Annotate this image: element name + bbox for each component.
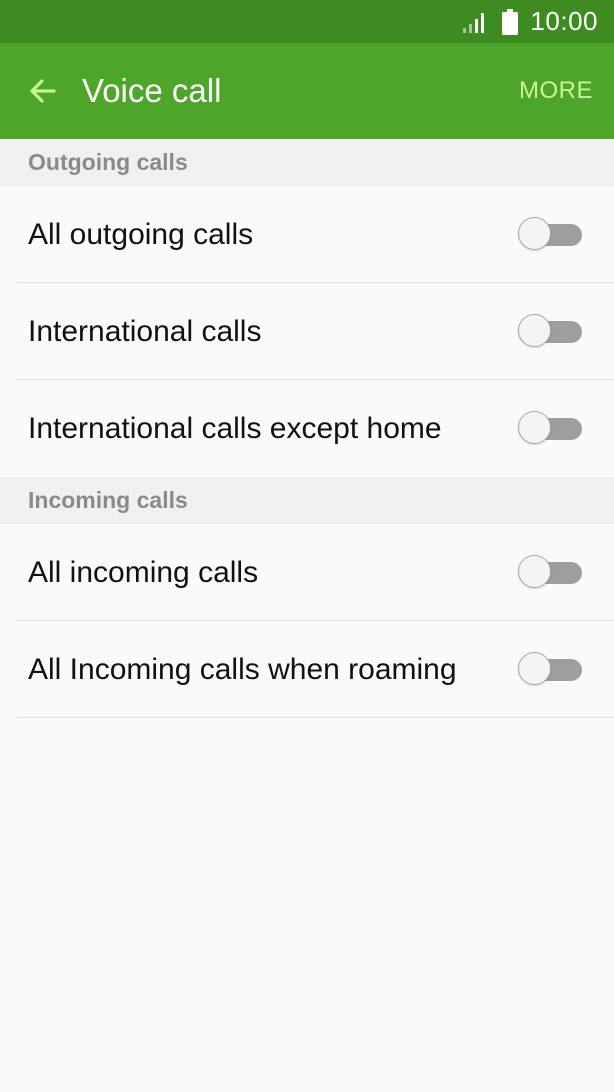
section-header-incoming: Incoming calls bbox=[0, 477, 614, 524]
status-bar: 10:00 bbox=[0, 0, 614, 43]
toggle-knob bbox=[518, 651, 551, 685]
list-item-international-except-home[interactable]: International calls except home bbox=[0, 380, 614, 477]
arrow-left-icon bbox=[30, 79, 56, 103]
toggle-switch[interactable] bbox=[518, 313, 582, 350]
toggle-knob bbox=[518, 313, 551, 347]
toggle-knob bbox=[518, 410, 551, 444]
more-button[interactable]: MORE bbox=[519, 43, 593, 139]
toggle-switch[interactable] bbox=[518, 410, 582, 447]
list-item-label: International calls bbox=[28, 314, 262, 348]
list-item-all-outgoing-calls[interactable]: All outgoing calls bbox=[0, 186, 614, 283]
toggle-switch[interactable] bbox=[518, 554, 582, 591]
list-item-label: All Incoming calls when roaming bbox=[28, 652, 457, 686]
status-time: 10:00 bbox=[530, 6, 598, 36]
list-item-all-incoming-calls[interactable]: All incoming calls bbox=[0, 524, 614, 621]
page-title: Voice call bbox=[82, 72, 222, 109]
toggle-knob bbox=[518, 554, 551, 588]
section-header-outgoing: Outgoing calls bbox=[0, 139, 614, 186]
screen: 10:00 Voice call MORE Outgoing calls All… bbox=[0, 0, 614, 1092]
list-item-label: All incoming calls bbox=[28, 555, 259, 589]
list-item-incoming-when-roaming[interactable]: All Incoming calls when roaming bbox=[0, 621, 614, 718]
divider bbox=[17, 717, 614, 718]
toggle-knob bbox=[518, 216, 551, 250]
battery-icon bbox=[502, 8, 519, 35]
toggle-switch[interactable] bbox=[518, 651, 582, 688]
list-item-label: All outgoing calls bbox=[28, 217, 254, 251]
list-item-international-calls[interactable]: International calls bbox=[0, 283, 614, 380]
back-button[interactable] bbox=[14, 63, 70, 119]
signal-icon bbox=[463, 12, 485, 33]
toggle-switch[interactable] bbox=[518, 216, 582, 253]
list-item-label: International calls except home bbox=[28, 411, 442, 445]
app-bar: Voice call MORE bbox=[0, 43, 614, 139]
